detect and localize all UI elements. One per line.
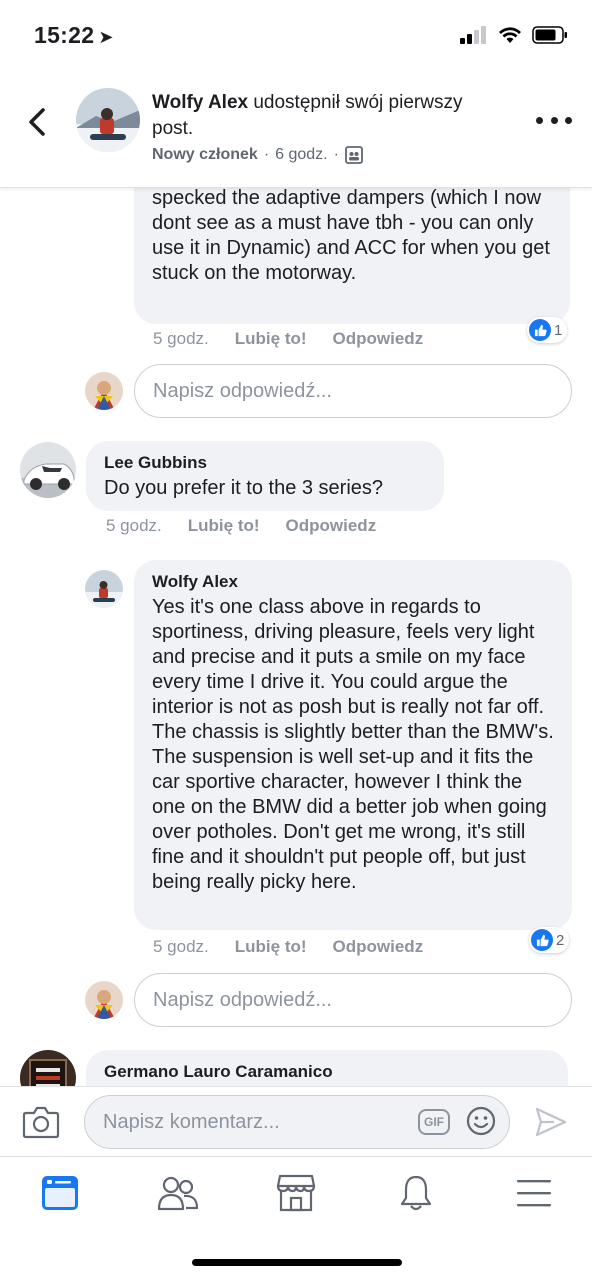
like-button[interactable]: Lubię to! [235,329,307,349]
post-meta: Nowy członek · 6 godz. · [152,146,363,164]
comment-text: specked the adaptive dampers (which I no… [152,187,550,284]
back-icon [29,108,45,136]
comment-time[interactable]: 5 godz. [106,516,162,536]
reply-button[interactable]: Odpowiedz [333,329,424,349]
comment-actions: 5 godz. Lubię to! Odpowiedz [153,937,423,957]
reply-button[interactable]: Odpowiedz [333,937,424,957]
home-indicator[interactable] [192,1259,402,1266]
signal-icon [460,26,486,44]
reply-button[interactable]: Odpowiedz [286,516,377,536]
comment-time[interactable]: 5 godz. [153,937,209,957]
comment-author[interactable]: Lee Gubbins [104,453,426,473]
wifi-icon [499,27,521,43]
commenter-avatar[interactable] [20,442,76,498]
more-icon-dot [550,116,558,124]
camera-button[interactable] [22,1105,60,1139]
comment-time[interactable]: 5 godz. [153,329,209,349]
tab-friends[interactable] [156,1173,200,1213]
comment-actions: 5 godz. Lubię to! Odpowiedz [153,329,423,349]
battery-icon [532,26,567,44]
reaction-number: 2 [556,931,565,949]
tab-news-feed[interactable] [38,1173,82,1213]
like-button[interactable]: Lubię to! [188,516,260,536]
comment-bubble: Lee Gubbins Do you prefer it to the 3 se… [86,441,444,511]
comment-author[interactable]: Germano Lauro Caramanico [104,1062,550,1082]
status-indicators [460,26,568,44]
comment-text: Yes it's one class above in regards to s… [152,596,554,893]
comment-author[interactable]: Wolfy Alex [152,572,554,592]
post-title: Wolfy Alex udostępnił swój pierwszy post… [152,90,482,142]
comment-placeholder: Napisz komentarz... [103,1110,280,1133]
commenter-avatar[interactable] [85,570,123,608]
bottom-tab-bar [0,1156,592,1280]
location-arrow-icon: ➤ [98,27,114,47]
reply-placeholder: Napisz odpowiedź... [153,379,332,402]
status-time: 15:22 ➤ [34,22,114,49]
meta-separator: · [263,146,270,163]
meta-separator-2: · [333,146,339,163]
reply-placeholder: Napisz odpowiedź... [153,988,332,1011]
post-time[interactable]: 6 godz. [275,146,327,164]
emoji-button[interactable] [466,1106,496,1136]
emoji-icon [466,1106,496,1136]
reply-input[interactable]: Napisz odpowiedź... [134,364,572,418]
group-icon [345,146,363,164]
gif-button[interactable]: GIF [418,1109,450,1135]
like-button[interactable]: Lubię to! [235,937,307,957]
thumb-up-icon [531,929,553,951]
author-name[interactable]: Wolfy Alex [152,92,248,113]
tab-notifications[interactable] [394,1173,438,1213]
thumb-up-icon [529,319,551,341]
member-badge[interactable]: Nowy członek [152,146,258,164]
comment-bubble: Wolfy Alex Yes it's one class above in r… [134,560,572,930]
reply-input[interactable]: Napisz odpowiedź... [134,973,572,1027]
more-icon-dot [565,116,572,124]
gif-icon: GIF [424,1115,444,1129]
comment-composer: Napisz komentarz... GIF [0,1086,592,1156]
tab-marketplace[interactable] [274,1173,318,1213]
bell-icon [400,1175,432,1211]
back-button[interactable] [22,102,52,142]
comment-text: Do you prefer it to the 3 series? [104,477,384,499]
more-options-button[interactable] [536,110,572,130]
news-feed-icon [42,1176,78,1210]
post-header: Wolfy Alex udostępnił swój pierwszy post… [0,70,592,188]
friends-icon [157,1176,199,1211]
menu-icon [517,1180,551,1207]
send-icon [535,1107,567,1137]
send-button[interactable] [534,1105,568,1139]
tab-menu[interactable] [512,1173,556,1213]
reaction-count[interactable]: 2 [529,927,570,953]
reaction-number: 1 [554,321,563,339]
my-avatar [85,981,123,1019]
my-avatar [85,372,123,410]
status-bar: 15:22 ➤ [0,0,592,70]
clock-text: 15:22 [34,22,95,48]
more-icon [536,116,543,124]
comment-actions: 5 godz. Lubię to! Odpowiedz [106,516,376,536]
camera-icon [22,1106,60,1139]
author-avatar[interactable] [76,88,140,152]
reaction-count[interactable]: 1 [527,317,568,343]
marketplace-icon [276,1174,316,1212]
